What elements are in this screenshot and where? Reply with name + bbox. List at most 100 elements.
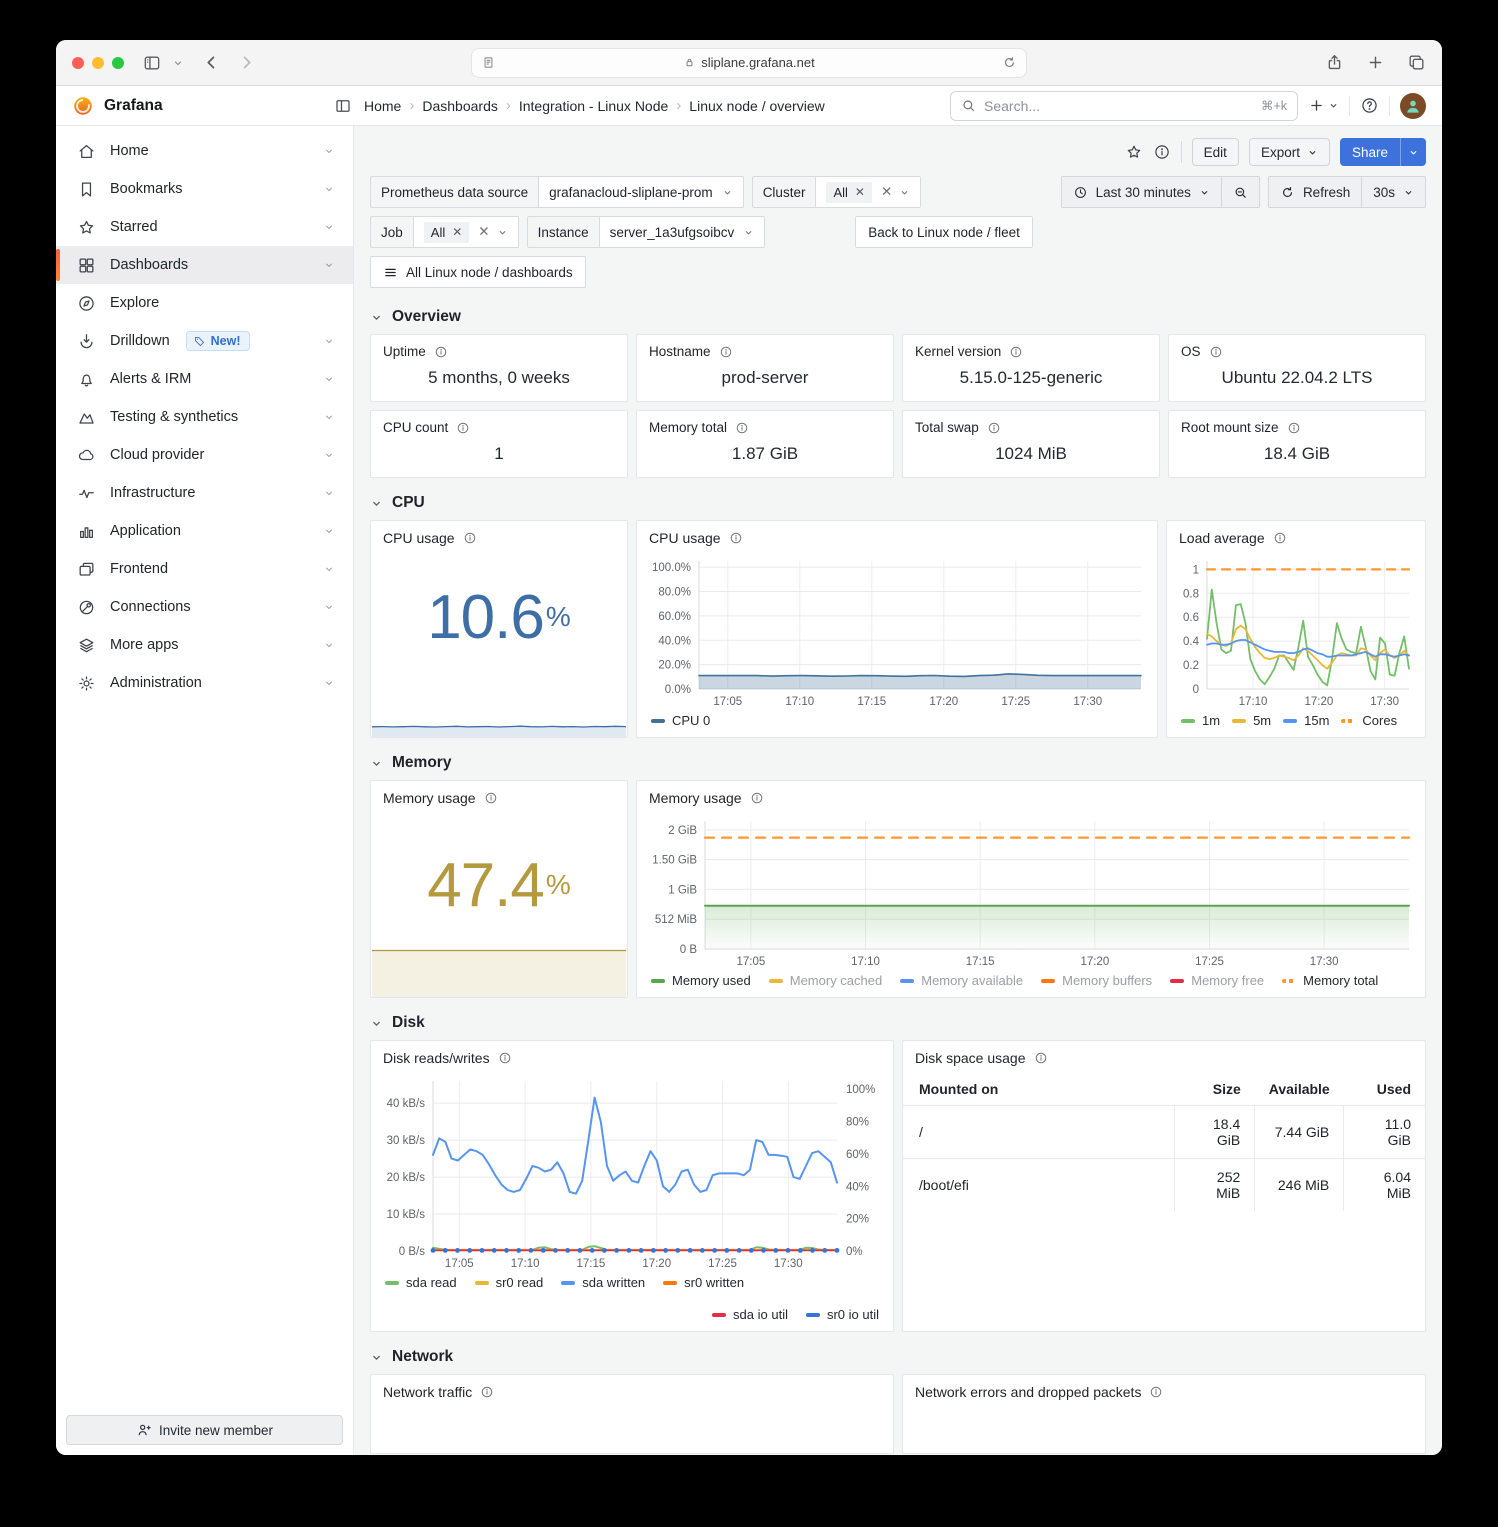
chevron-down-icon[interactable]	[172, 57, 184, 69]
maximize-window-button[interactable]	[112, 57, 124, 69]
legend-item-memory-total[interactable]: Memory total	[1282, 973, 1378, 988]
section-cpu[interactable]: CPU	[370, 494, 1426, 512]
address-bar[interactable]: sliplane.grafana.net	[471, 48, 1027, 78]
edit-button[interactable]: Edit	[1192, 138, 1239, 166]
share-button[interactable]: Share	[1340, 138, 1400, 166]
info-icon[interactable]	[735, 421, 749, 435]
sidebar-item-more-apps[interactable]: More apps	[56, 626, 353, 664]
refresh-button[interactable]: Refresh	[1269, 177, 1361, 207]
memory-usage-chart[interactable]: 17:0517:1017:1517:2017:2517:300 B512 MiB…	[643, 811, 1419, 970]
stat-panel-total-swap[interactable]: Total swap1024 MiB	[902, 410, 1160, 478]
cpu-usage-chart[interactable]: 17:0517:1017:1517:2017:2517:300.0%20.0%4…	[643, 551, 1151, 710]
share-page-icon[interactable]	[1325, 53, 1344, 72]
sidebar-item-drilldown[interactable]: DrilldownNew!	[56, 322, 353, 360]
sidebar-item-connections[interactable]: Connections	[56, 588, 353, 626]
info-icon[interactable]	[484, 791, 498, 805]
legend-item-sr0-io-util[interactable]: sr0 io util	[806, 1307, 879, 1322]
table-header-size[interactable]: Size	[1174, 1073, 1254, 1106]
breadcrumb-item-dashboards[interactable]: Dashboards	[422, 98, 498, 114]
chevron-down-icon[interactable]	[323, 677, 335, 689]
disk-space-usage-panel[interactable]: Disk space usage Mounted onSizeAvailable…	[902, 1040, 1426, 1332]
back-button[interactable]	[202, 53, 221, 72]
sidebar-item-testing-synthetics[interactable]: Testing & synthetics	[56, 398, 353, 436]
stat-panel-root-mount-size[interactable]: Root mount size18.4 GiB	[1168, 410, 1426, 478]
chevron-down-icon[interactable]	[323, 221, 335, 233]
stat-panel-hostname[interactable]: Hostnameprod-server	[636, 334, 894, 402]
legend-item-cpu-0[interactable]: CPU 0	[651, 713, 710, 728]
breadcrumb-item-integration-linux-node[interactable]: Integration - Linux Node	[519, 98, 668, 114]
favorite-star-icon[interactable]	[1125, 143, 1143, 161]
all-dashboards-button[interactable]: All Linux node / dashboards	[370, 256, 586, 288]
legend-item-5m[interactable]: 5m	[1232, 713, 1271, 728]
legend-item-memory-available[interactable]: Memory available	[900, 973, 1023, 988]
legend-item-sr0-read[interactable]: sr0 read	[475, 1275, 544, 1290]
info-icon[interactable]	[1149, 1385, 1163, 1399]
chevron-down-icon[interactable]	[323, 525, 335, 537]
memory-usage-stat-panel[interactable]: Memory usage 47.4%	[370, 780, 628, 998]
job-value[interactable]: All✕ ✕	[414, 216, 519, 248]
chevron-down-icon[interactable]	[323, 487, 335, 499]
brand-name[interactable]: Grafana	[104, 97, 163, 115]
info-icon[interactable]	[1287, 421, 1301, 435]
remove-tag-icon[interactable]: ✕	[855, 185, 865, 199]
chevron-down-icon[interactable]	[323, 449, 335, 461]
tab-overview-icon[interactable]	[1407, 53, 1426, 72]
disk-reads-writes-panel[interactable]: Disk reads/writes 17:0517:1017:1517:2017…	[370, 1040, 894, 1332]
dashboard-info-icon[interactable]	[1153, 143, 1171, 161]
chevron-down-icon[interactable]	[323, 411, 335, 423]
chevron-down-icon[interactable]	[323, 183, 335, 195]
disk-reads-writes-chart[interactable]: 17:0517:1017:1517:2017:2517:300 B/s10 kB…	[377, 1071, 887, 1272]
sidebar-item-explore[interactable]: Explore	[56, 284, 353, 322]
info-icon[interactable]	[456, 421, 470, 435]
chevron-down-icon[interactable]	[323, 601, 335, 613]
add-new-button[interactable]	[1308, 97, 1339, 114]
reload-icon[interactable]	[1002, 55, 1017, 70]
info-icon[interactable]	[1273, 531, 1287, 545]
datasource-value[interactable]: grafanacloud-sliplane-prom	[539, 176, 744, 208]
search-input[interactable]	[984, 98, 1253, 114]
info-icon[interactable]	[463, 531, 477, 545]
share-dropdown-button[interactable]	[1400, 138, 1426, 166]
sidebar-item-bookmarks[interactable]: Bookmarks	[56, 170, 353, 208]
invite-new-member-button[interactable]: Invite new member	[66, 1415, 343, 1445]
grafana-logo[interactable]	[72, 95, 94, 117]
browser-sidebar-icon[interactable]	[142, 53, 162, 73]
legend-item-memory-buffers[interactable]: Memory buffers	[1041, 973, 1152, 988]
info-icon[interactable]	[719, 345, 733, 359]
info-icon[interactable]	[480, 1385, 494, 1399]
legend-item-sda-io-util[interactable]: sda io util	[712, 1307, 788, 1322]
legend-item-memory-free[interactable]: Memory free	[1170, 973, 1264, 988]
minimize-window-button[interactable]	[92, 57, 104, 69]
sidebar-item-frontend[interactable]: Frontend	[56, 550, 353, 588]
close-window-button[interactable]	[72, 57, 84, 69]
section-network[interactable]: Network	[370, 1348, 1426, 1366]
time-range-picker[interactable]: Last 30 minutes	[1062, 177, 1221, 207]
zoom-out-button[interactable]	[1221, 177, 1259, 207]
chevron-down-icon[interactable]	[323, 335, 335, 347]
sidebar-item-home[interactable]: Home	[56, 132, 353, 170]
info-icon[interactable]	[434, 345, 448, 359]
legend-item-sr0-written[interactable]: sr0 written	[663, 1275, 744, 1290]
info-icon[interactable]	[987, 421, 1001, 435]
info-icon[interactable]	[1209, 345, 1223, 359]
info-icon[interactable]	[729, 531, 743, 545]
legend-item-cores[interactable]: Cores	[1341, 713, 1397, 728]
sidebar-item-application[interactable]: Application	[56, 512, 353, 550]
legend-item-sda-read[interactable]: sda read	[385, 1275, 457, 1290]
sidebar-item-starred[interactable]: Starred	[56, 208, 353, 246]
legend-item-memory-used[interactable]: Memory used	[651, 973, 751, 988]
legend-item-sda-written[interactable]: sda written	[561, 1275, 645, 1290]
refresh-interval-picker[interactable]: 30s	[1361, 177, 1425, 207]
sidebar-item-cloud-provider[interactable]: Cloud provider	[56, 436, 353, 474]
section-disk[interactable]: Disk	[370, 1014, 1426, 1032]
forward-button[interactable]	[237, 53, 256, 72]
chevron-down-icon[interactable]	[323, 639, 335, 651]
clear-icon[interactable]: ✕	[478, 224, 489, 240]
clear-icon[interactable]: ✕	[881, 184, 892, 200]
cpu-usage-stat-panel[interactable]: CPU usage 10.6%	[370, 520, 628, 738]
stat-panel-cpu-count[interactable]: CPU count1	[370, 410, 628, 478]
load-average-panel[interactable]: Load average 17:1017:2017:3000.20.40.60.…	[1166, 520, 1426, 738]
chevron-down-icon[interactable]	[323, 373, 335, 385]
stat-panel-memory-total[interactable]: Memory total1.87 GiB	[636, 410, 894, 478]
reader-icon[interactable]	[481, 55, 496, 70]
